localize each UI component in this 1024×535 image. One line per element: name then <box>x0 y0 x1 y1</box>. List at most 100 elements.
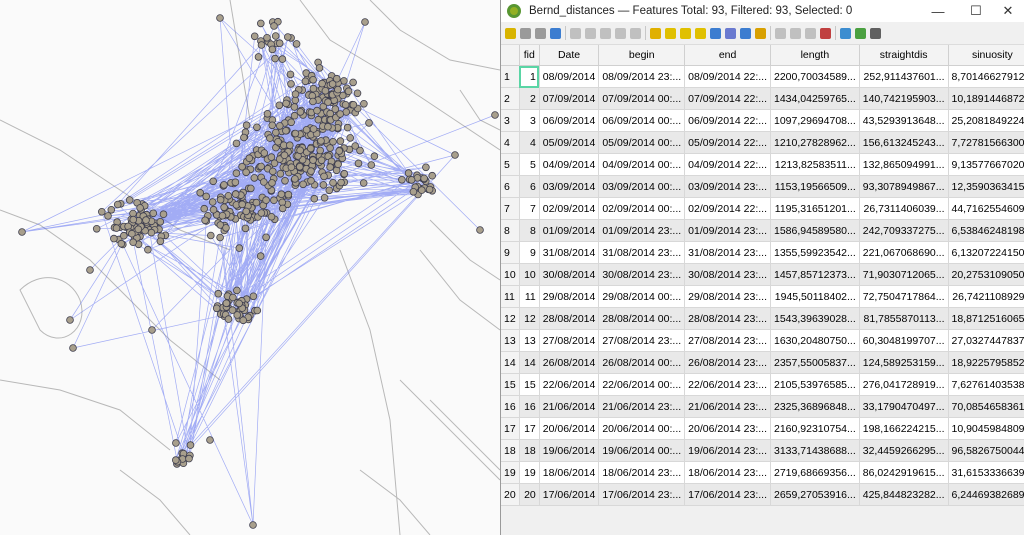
column-header-straightdis[interactable]: straightdis <box>859 45 949 66</box>
table-row[interactable]: 19 19 18/06/2014 18/06/2014 23:... 18/06/201… <box>501 461 1024 484</box>
cell-length[interactable]: 1213,82583511... <box>770 153 860 176</box>
cell-begin[interactable]: 01/09/2014 23:... <box>598 219 686 242</box>
cell-end[interactable]: 07/09/2014 22:... <box>684 87 771 110</box>
field-calculator-icon[interactable] <box>805 27 816 39</box>
cell-begin[interactable]: 21/06/2014 23:... <box>598 395 686 418</box>
cell-fid[interactable]: 3 <box>519 109 540 132</box>
cell-length[interactable]: 3133,71438688... <box>770 439 860 462</box>
table-row[interactable]: 20 20 17/06/2014 17/06/2014 23:... 17/06/201… <box>501 483 1024 506</box>
cell-end[interactable]: 06/09/2014 22:... <box>684 109 771 132</box>
cell-straight[interactable]: 26,7311406039... <box>859 197 949 220</box>
cell-straight[interactable]: 93,3078949867... <box>859 175 949 198</box>
reload-icon[interactable] <box>550 27 561 39</box>
cell-begin[interactable]: 04/09/2014 00:... <box>598 153 686 176</box>
cell-length[interactable]: 1153,19566509... <box>770 175 860 198</box>
cell-sinuosity[interactable]: 27,0327447837... <box>948 329 1024 352</box>
paste-icon[interactable] <box>630 27 641 39</box>
cell-end[interactable]: 04/09/2014 22:... <box>684 153 771 176</box>
invert-selection-icon[interactable] <box>680 27 691 39</box>
cell-sinuosity[interactable]: 10,9045984809... <box>948 417 1024 440</box>
cell-date[interactable]: 30/08/2014 <box>539 263 600 286</box>
close-button[interactable]: ✕ <box>989 0 1024 22</box>
cell-length[interactable]: 1434,04259765... <box>770 87 860 110</box>
cell-length[interactable]: 2200,70034589... <box>770 65 860 88</box>
cell-end[interactable]: 03/09/2014 23:... <box>684 175 771 198</box>
cell-length[interactable]: 1195,31651201... <box>770 197 860 220</box>
cell-length[interactable]: 1945,50118402... <box>770 285 860 308</box>
cell-date[interactable]: 21/06/2014 <box>539 395 600 418</box>
cell-end[interactable]: 21/06/2014 23:... <box>684 395 771 418</box>
cell-straight[interactable]: 198,166224215... <box>859 417 949 440</box>
add-feature-icon[interactable] <box>570 27 581 39</box>
cell-end[interactable]: 26/08/2014 23:... <box>684 351 771 374</box>
cell-sinuosity[interactable]: 26,7421108929... <box>948 285 1024 308</box>
cell-end[interactable]: 27/08/2014 23:... <box>684 329 771 352</box>
move-selection-top-icon[interactable] <box>725 27 736 39</box>
row-header[interactable]: 1 <box>501 65 520 88</box>
cell-fid[interactable]: 6 <box>519 175 540 198</box>
cell-end[interactable]: 31/08/2014 23:... <box>684 241 771 264</box>
cell-sinuosity[interactable]: 44,7162554609... <box>948 197 1024 220</box>
edit-pencil-icon[interactable] <box>505 27 516 39</box>
cell-fid[interactable]: 14 <box>519 351 540 374</box>
cell-sinuosity[interactable]: 7,62761403538... <box>948 373 1024 396</box>
cell-sinuosity[interactable]: 18,8712516065... <box>948 307 1024 330</box>
row-header[interactable]: 3 <box>501 109 520 132</box>
cell-date[interactable]: 03/09/2014 <box>539 175 600 198</box>
cell-fid[interactable]: 19 <box>519 461 540 484</box>
cell-date[interactable]: 28/08/2014 <box>539 307 600 330</box>
row-header[interactable]: 7 <box>501 197 520 220</box>
cell-end[interactable]: 01/09/2014 23:... <box>684 219 771 242</box>
cell-sinuosity[interactable]: 8,70146627912... <box>948 65 1024 88</box>
cell-fid[interactable]: 5 <box>519 153 540 176</box>
cell-date[interactable]: 27/08/2014 <box>539 329 600 352</box>
cell-date[interactable]: 31/08/2014 <box>539 241 600 264</box>
cell-date[interactable]: 29/08/2014 <box>539 285 600 308</box>
cell-begin[interactable]: 05/09/2014 00:... <box>598 131 686 154</box>
cell-begin[interactable]: 17/06/2014 23:... <box>598 483 686 506</box>
cell-length[interactable]: 1543,39639028... <box>770 307 860 330</box>
cell-straight[interactable]: 140,742195903... <box>859 87 949 110</box>
cell-begin[interactable]: 02/09/2014 00:... <box>598 197 686 220</box>
cell-date[interactable]: 26/08/2014 <box>539 351 600 374</box>
cell-straight[interactable]: 60,3048199707... <box>859 329 949 352</box>
cell-length[interactable]: 1630,20480750... <box>770 329 860 352</box>
table-row[interactable]: 5 5 04/09/2014 04/09/2014 00:... 04/09/2014 … <box>501 153 1024 176</box>
save-edits-icon[interactable] <box>535 27 546 39</box>
cell-straight[interactable]: 43,5293913648... <box>859 109 949 132</box>
row-header[interactable]: 11 <box>501 285 520 308</box>
pan-to-selected-icon[interactable] <box>740 27 751 39</box>
cell-sinuosity[interactable]: 25,2081849224... <box>948 109 1024 132</box>
select-expression-icon[interactable] <box>650 27 661 39</box>
row-header[interactable]: 2 <box>501 87 520 110</box>
cell-date[interactable]: 18/06/2014 <box>539 461 600 484</box>
cell-fid[interactable]: 4 <box>519 131 540 154</box>
cell-straight[interactable]: 276,041728919... <box>859 373 949 396</box>
cell-fid[interactable]: 13 <box>519 329 540 352</box>
column-header-begin[interactable]: begin <box>598 45 686 66</box>
zoom-to-selected-icon[interactable] <box>755 27 766 39</box>
cell-end[interactable]: 30/08/2014 23:... <box>684 263 771 286</box>
cell-sinuosity[interactable]: 70,0854658361... <box>948 395 1024 418</box>
cell-date[interactable]: 06/09/2014 <box>539 109 600 132</box>
table-row[interactable]: 1 1 08/09/2014 08/09/2014 23:... 08/09/2014 … <box>501 65 1024 88</box>
cell-sinuosity[interactable]: 6,24469382689... <box>948 483 1024 506</box>
cut-icon[interactable] <box>600 27 611 39</box>
table-row[interactable]: 3 3 06/09/2014 06/09/2014 00:... 06/09/2014 … <box>501 109 1024 132</box>
cell-begin[interactable]: 30/08/2014 23:... <box>598 263 686 286</box>
table-row[interactable]: 14 14 26/08/2014 26/08/2014 00:... 26/08/201… <box>501 351 1024 374</box>
cell-straight[interactable]: 32,4459266295... <box>859 439 949 462</box>
row-header[interactable]: 20 <box>501 483 520 506</box>
cell-date[interactable]: 08/09/2014 <box>539 65 600 88</box>
cell-length[interactable]: 1097,29694708... <box>770 109 860 132</box>
cell-fid[interactable]: 15 <box>519 373 540 396</box>
cell-straight[interactable]: 221,067068690... <box>859 241 949 264</box>
cell-date[interactable]: 22/06/2014 <box>539 373 600 396</box>
cell-end[interactable]: 19/06/2014 23:... <box>684 439 771 462</box>
cell-length[interactable]: 1586,94589580... <box>770 219 860 242</box>
cell-date[interactable]: 19/06/2014 <box>539 439 600 462</box>
cell-straight[interactable]: 156,613245243... <box>859 131 949 154</box>
cell-sinuosity[interactable]: 6,13207224150... <box>948 241 1024 264</box>
cell-end[interactable]: 02/09/2014 22:... <box>684 197 771 220</box>
row-header[interactable]: 9 <box>501 241 520 264</box>
